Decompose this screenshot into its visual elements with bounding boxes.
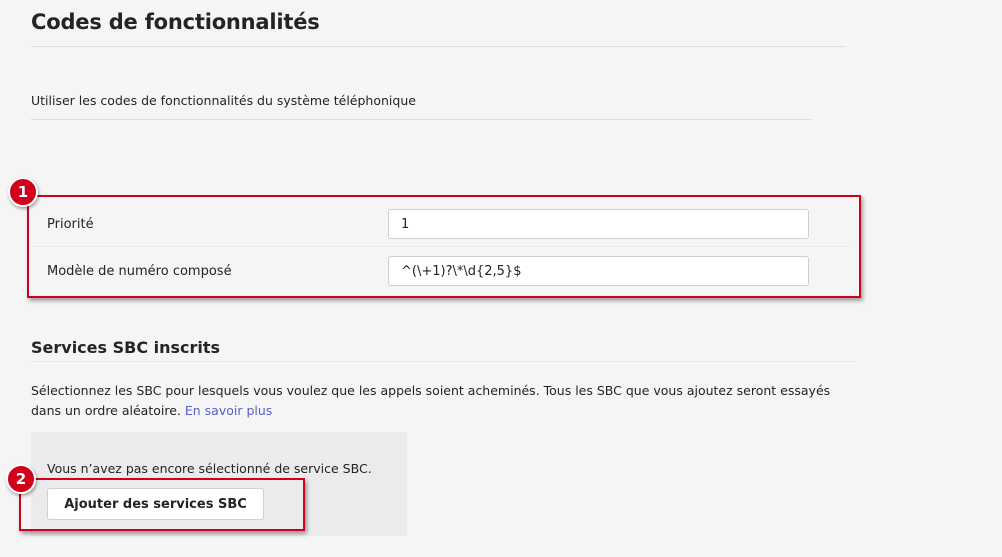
- sbc-description-text: Sélectionnez les SBC pour lesquels vous …: [31, 383, 831, 418]
- sbc-empty-message: Vous n’avez pas encore sélectionné de se…: [47, 461, 372, 476]
- annotation-box-1: [27, 195, 861, 298]
- annotation-box-2: [19, 478, 305, 531]
- sbc-section-title: Services SBC inscrits: [31, 338, 221, 357]
- sbc-section-divider: [31, 361, 855, 362]
- feature-codes-label: Utiliser les codes de fonctionnalités du…: [31, 93, 416, 108]
- sbc-description: Sélectionnez les SBC pour lesquels vous …: [31, 381, 851, 421]
- feature-codes-divider: [31, 119, 811, 120]
- page-title: Codes de fonctionnalités: [31, 10, 320, 34]
- annotation-badge-2: 2: [6, 464, 36, 494]
- annotation-badge-1: 1: [8, 177, 38, 207]
- learn-more-link[interactable]: En savoir plus: [185, 403, 272, 418]
- title-divider: [31, 46, 845, 47]
